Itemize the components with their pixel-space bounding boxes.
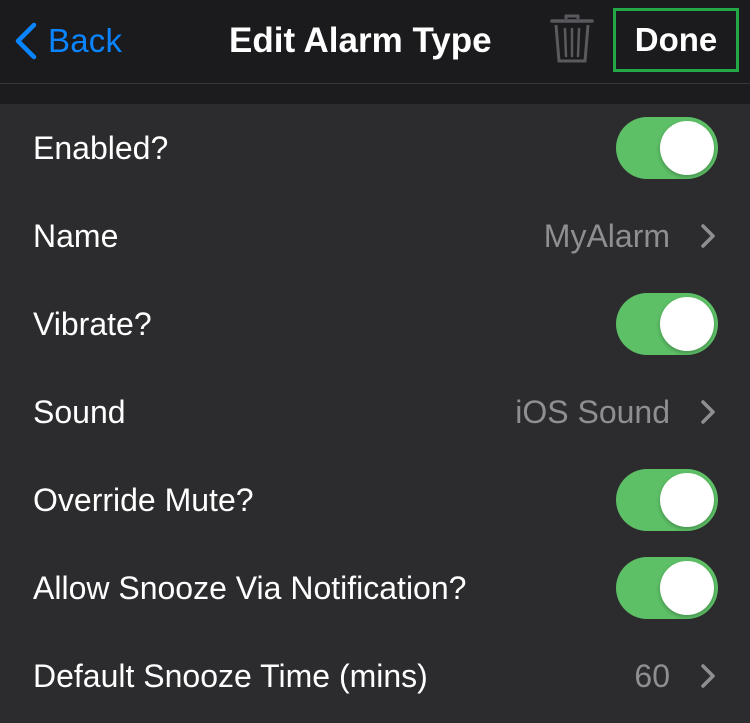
row-sound[interactable]: Sound iOS Sound xyxy=(0,368,750,456)
chevron-right-icon xyxy=(701,664,715,688)
section-spacer xyxy=(0,84,750,104)
done-button[interactable]: Done xyxy=(613,8,739,72)
row-value: iOS Sound xyxy=(515,394,670,430)
row-label: Default Snooze Time (mins) xyxy=(33,658,428,694)
row-allow-snooze: Allow Snooze Via Notification? xyxy=(0,544,750,632)
toggle-knob xyxy=(660,561,714,615)
row-enabled: Enabled? xyxy=(0,104,750,192)
row-label: Override Mute? xyxy=(33,482,254,518)
back-label: Back xyxy=(48,22,123,59)
row-value: 60 xyxy=(634,658,670,694)
row-default-snooze-time[interactable]: Default Snooze Time (mins) 60 xyxy=(0,632,750,720)
row-label: Allow Snooze Via Notification? xyxy=(33,570,467,606)
enabled-toggle[interactable] xyxy=(616,117,718,179)
navigation-bar: Back Edit Alarm Type Done xyxy=(0,0,750,84)
toggle-knob xyxy=(660,297,714,351)
toggle-knob xyxy=(660,121,714,175)
row-value: MyAlarm xyxy=(543,218,670,254)
trash-icon xyxy=(550,14,594,63)
row-label: Name xyxy=(33,218,119,254)
chevron-left-icon xyxy=(15,22,37,60)
trash-button[interactable] xyxy=(549,13,595,65)
toggle-knob xyxy=(660,473,714,527)
back-button[interactable]: Back xyxy=(14,18,122,64)
row-label: Vibrate? xyxy=(33,306,152,342)
override-mute-toggle[interactable] xyxy=(616,469,718,531)
row-override-mute: Override Mute? xyxy=(0,456,750,544)
row-label: Enabled? xyxy=(33,130,169,166)
vibrate-toggle[interactable] xyxy=(616,293,718,355)
chevron-right-icon xyxy=(701,400,715,424)
settings-list: Enabled? Name MyAlarm Vibrate? Sound iOS… xyxy=(0,104,750,723)
page-title: Edit Alarm Type xyxy=(229,21,492,60)
chevron-right-icon xyxy=(701,224,715,248)
row-label: Sound xyxy=(33,394,126,430)
allow-snooze-toggle[interactable] xyxy=(616,557,718,619)
row-vibrate: Vibrate? xyxy=(0,280,750,368)
row-name[interactable]: Name MyAlarm xyxy=(0,192,750,280)
